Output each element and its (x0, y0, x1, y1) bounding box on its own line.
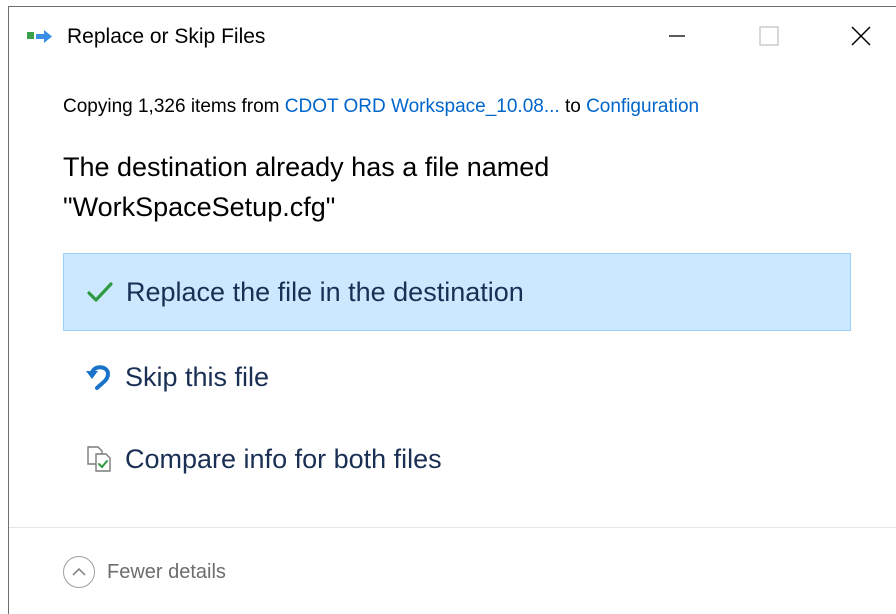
copy-info-prefix: Copying 1,326 items from (63, 96, 285, 117)
title-bar[interactable]: Replace or Skip Files (9, 7, 896, 67)
maximize-icon (759, 26, 779, 46)
chevron-up-icon (63, 556, 95, 588)
fewer-details-label: Fewer details (107, 560, 226, 583)
maximize-button (737, 7, 801, 65)
source-folder-link[interactable]: CDOT ORD Workspace_10.08... (285, 96, 560, 117)
copy-progress-info: Copying 1,326 items from CDOT ORD Worksp… (63, 96, 699, 118)
skip-option-label: Skip this file (125, 361, 270, 392)
minimize-button[interactable] (645, 7, 709, 65)
dialog-footer: Fewer details (9, 528, 896, 614)
fewer-details-toggle[interactable]: Fewer details (63, 556, 226, 588)
replace-skip-dialog: Replace or Skip Files Copying 1,326 item… (8, 6, 896, 614)
copy-info-middle: to (559, 96, 587, 117)
file-move-icon (27, 29, 55, 45)
compare-files-option[interactable]: Compare info for both files (63, 420, 851, 498)
replace-file-option[interactable]: Replace the file in the destination (63, 253, 851, 331)
checkmark-icon (82, 274, 118, 310)
conflict-message: The destination already has a file named… (63, 147, 843, 227)
conflict-file-name: "WorkSpaceSetup.cfg" (63, 192, 336, 222)
replace-option-label: Replace the file in the destination (126, 276, 524, 307)
minimize-icon (669, 35, 685, 37)
skip-arrow-icon (81, 359, 117, 395)
conflict-message-line1: The destination already has a file named (63, 152, 550, 182)
window-title: Replace or Skip Files (67, 25, 266, 48)
skip-file-option[interactable]: Skip this file (63, 338, 851, 416)
close-button[interactable] (829, 7, 893, 65)
compare-files-icon (81, 441, 117, 477)
close-icon (851, 26, 871, 46)
destination-folder-link[interactable]: Configuration (586, 96, 699, 117)
compare-option-label: Compare info for both files (125, 443, 442, 474)
